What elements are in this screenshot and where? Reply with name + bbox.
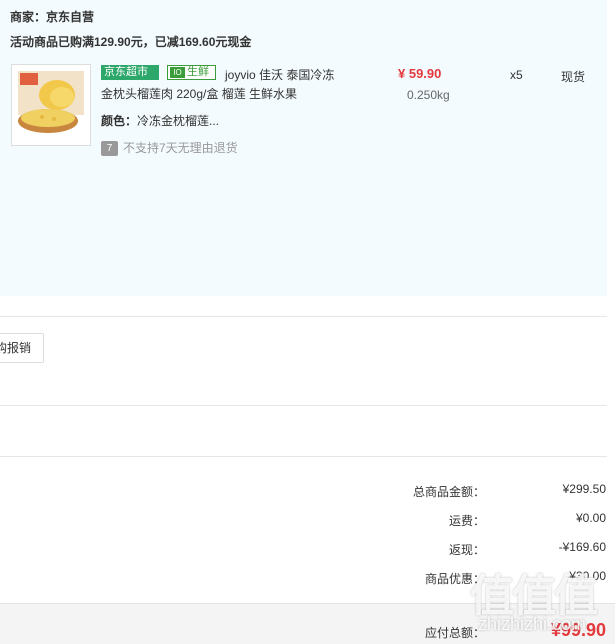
- durian-image: [18, 71, 84, 133]
- total-goods-label: 总商品金额：: [412, 485, 485, 499]
- divider: [0, 456, 607, 457]
- product-title-line1[interactable]: joyvio 佳沃 泰国冷冻: [225, 66, 365, 83]
- no-7day-return-icon: 7: [101, 141, 118, 157]
- fresh-tag-label: 生鲜: [187, 66, 209, 78]
- color-value: 冷冻金枕榴莲...: [137, 114, 220, 128]
- shipping-label: 运费：: [448, 514, 485, 528]
- merchant-label: 商家：京东自营: [10, 10, 95, 24]
- fresh-icon: IO: [170, 66, 185, 78]
- cashback-value: -¥169.60: [558, 540, 606, 554]
- item-weight: 0.250kg: [407, 88, 450, 102]
- item-price: ¥ 59.90: [398, 66, 442, 81]
- divider: [0, 405, 607, 406]
- watermark-url: zhizhizhi.com: [478, 614, 587, 634]
- promo-text: 活动商品已购满129.90元，已减169.60元现金: [10, 35, 252, 49]
- total-goods-value: ¥299.50: [562, 482, 606, 496]
- shipping-value: ¥0.00: [575, 511, 606, 525]
- item-quantity: x5: [510, 68, 523, 82]
- jd-supermarket-tag: 京东超市: [101, 65, 159, 80]
- item-stock-status: 现货: [561, 70, 586, 84]
- divider: [0, 316, 607, 317]
- product-thumbnail[interactable]: [11, 64, 91, 146]
- fresh-tag: IO 生鲜: [167, 65, 216, 80]
- cashback-label: 返现：: [448, 543, 485, 557]
- color-label: 颜色：: [101, 114, 138, 128]
- invoice-button[interactable]: 购报销: [0, 333, 44, 363]
- no-return-text: 不支持7天无理由退货: [123, 141, 238, 155]
- amount-due-label: 应付总额：: [424, 626, 485, 640]
- product-title-line2[interactable]: 金枕头榴莲肉 220g/盒 榴莲 生鲜水果: [101, 85, 361, 102]
- product-color: 颜色：冷冻金枕榴莲...: [101, 112, 219, 129]
- no-return-notice: 7 不支持7天无理由退货: [101, 139, 238, 157]
